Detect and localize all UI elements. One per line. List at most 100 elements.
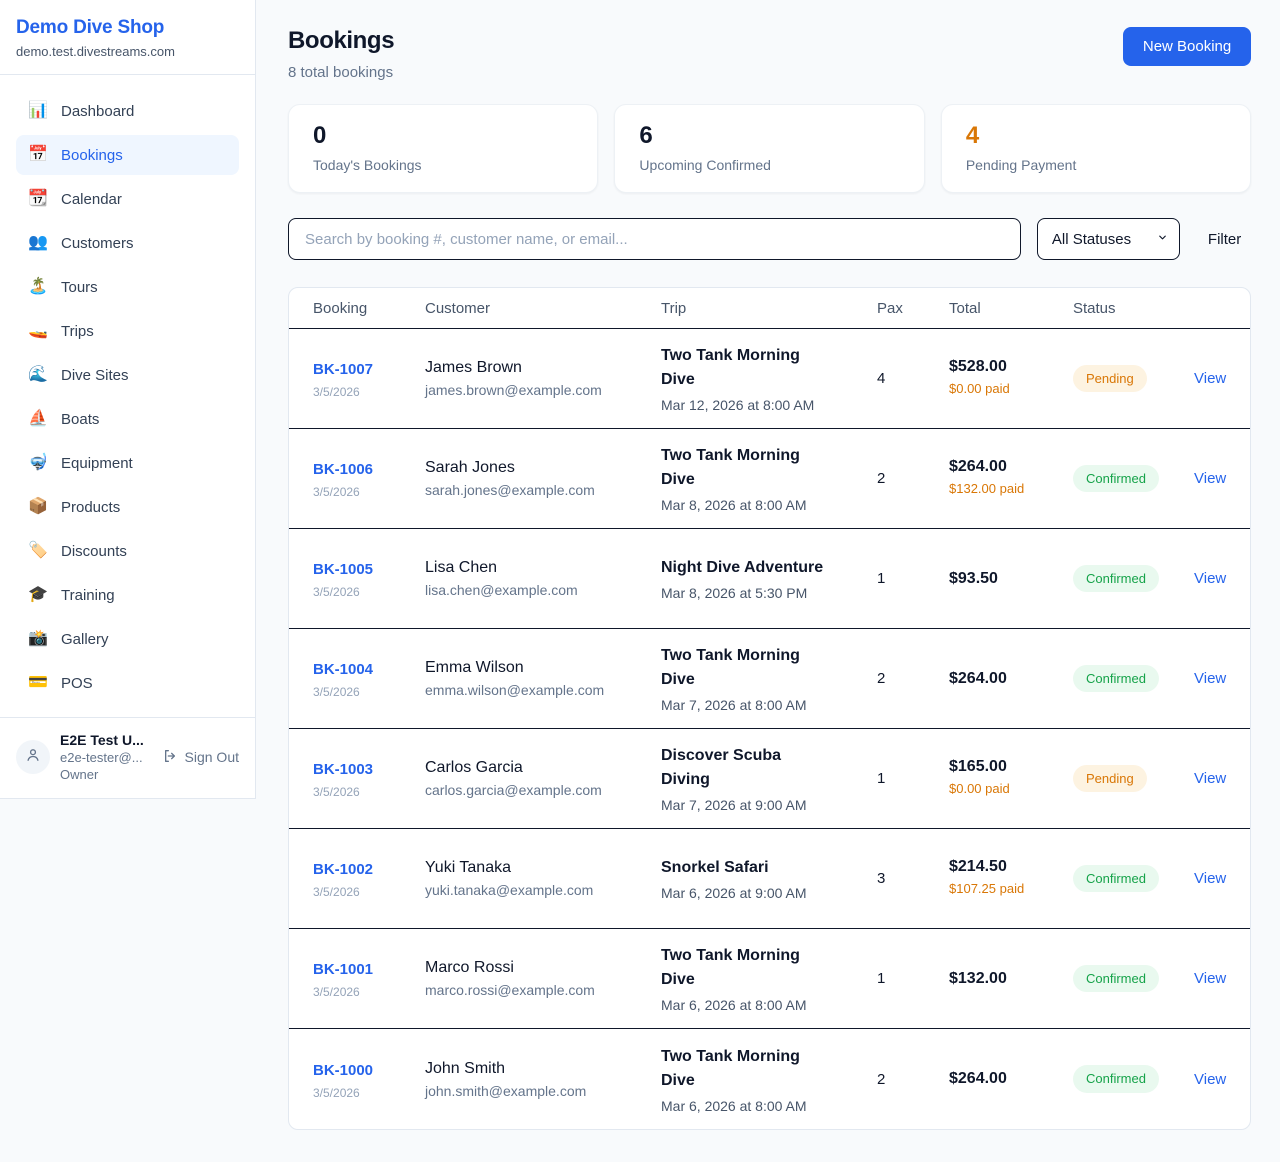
trip-datetime: Mar 8, 2026 at 8:00 AM xyxy=(661,497,877,513)
pax-count: 2 xyxy=(877,1071,949,1088)
customer-email: sarah.jones@example.com xyxy=(425,482,661,498)
customer-name: James Brown xyxy=(425,359,661,377)
status-cell: Confirmed xyxy=(1073,1065,1194,1093)
sidebar-item-dive-sites[interactable]: 🌊Dive Sites xyxy=(16,355,239,395)
sidebar-item-boats[interactable]: ⛵Boats xyxy=(16,399,239,439)
view-link[interactable]: View xyxy=(1194,670,1226,687)
booking-id-link[interactable]: BK-1001 xyxy=(313,958,373,982)
sign-out-label: Sign Out xyxy=(185,749,239,765)
search-input[interactable] xyxy=(288,218,1021,260)
trip-name: Two Tank Morning Dive xyxy=(661,444,833,492)
booking-date: 3/5/2026 xyxy=(313,1086,425,1100)
sidebar-item-dashboard[interactable]: 📊Dashboard xyxy=(16,91,239,131)
customer-cell: Sarah Jonessarah.jones@example.com xyxy=(425,459,661,498)
pax-count: 1 xyxy=(877,970,949,987)
sidebar-item-training[interactable]: 🎓Training xyxy=(16,575,239,615)
pax-count: 2 xyxy=(877,670,949,687)
booking-id-link[interactable]: BK-1003 xyxy=(313,758,373,782)
speedboat-icon: 🚤 xyxy=(28,323,48,339)
stat-label: Upcoming Confirmed xyxy=(639,157,899,173)
sidebar-item-label: Tours xyxy=(61,279,98,296)
page-header: Bookings 8 total bookings New Booking xyxy=(288,27,1251,81)
customer-name: Emma Wilson xyxy=(425,659,661,677)
pax-count: 1 xyxy=(877,770,949,787)
booking-id-link[interactable]: BK-1000 xyxy=(313,1059,373,1083)
graduation-cap-icon: 🎓 xyxy=(28,587,48,603)
package-icon: 📦 xyxy=(28,499,48,515)
status-cell: Confirmed xyxy=(1073,865,1194,893)
view-link[interactable]: View xyxy=(1194,570,1226,587)
total-amount: $264.00 xyxy=(949,670,1073,688)
booking-id-link[interactable]: BK-1002 xyxy=(313,858,373,882)
wave-icon: 🌊 xyxy=(28,367,48,383)
booking-cell: BK-1002 3/5/2026 xyxy=(313,858,425,899)
booking-cell: BK-1000 3/5/2026 xyxy=(313,1059,425,1100)
total-amount: $132.00 xyxy=(949,970,1073,988)
filter-button[interactable]: Filter xyxy=(1196,231,1251,248)
trip-datetime: Mar 6, 2026 at 9:00 AM xyxy=(661,885,877,901)
view-link[interactable]: View xyxy=(1194,470,1226,487)
booking-date: 3/5/2026 xyxy=(313,985,425,999)
total-amount: $264.00 xyxy=(949,1070,1073,1088)
bookings-table: BookingCustomerTripPaxTotalStatus BK-100… xyxy=(288,287,1251,1130)
sidebar-item-label: POS xyxy=(61,675,93,692)
view-link[interactable]: View xyxy=(1194,870,1226,887)
sidebar-item-label: Calendar xyxy=(61,191,122,208)
sidebar-item-pos[interactable]: 💳POS xyxy=(16,663,239,703)
page-header-text: Bookings 8 total bookings xyxy=(288,27,394,81)
sidebar: Demo Dive Shop demo.test.divestreams.com… xyxy=(0,0,256,799)
customer-name: Marco Rossi xyxy=(425,959,661,977)
booking-cell: BK-1001 3/5/2026 xyxy=(313,958,425,999)
booking-id-link[interactable]: BK-1004 xyxy=(313,658,373,682)
tear-off-calendar-icon: 📆 xyxy=(28,191,48,207)
booking-id-link[interactable]: BK-1006 xyxy=(313,458,373,482)
trip-name: Snorkel Safari xyxy=(661,856,833,880)
sidebar-item-gallery[interactable]: 📸Gallery xyxy=(16,619,239,659)
sidebar-item-equipment[interactable]: 🤿Equipment xyxy=(16,443,239,483)
page-title: Bookings xyxy=(288,27,394,55)
status-badge: Confirmed xyxy=(1073,665,1159,693)
column-header: Total xyxy=(949,300,1073,317)
view-link[interactable]: View xyxy=(1194,970,1226,987)
trip-name: Two Tank Morning Dive xyxy=(661,1045,833,1093)
booking-cell: BK-10063/5/2026 xyxy=(313,458,425,499)
sidebar-item-customers[interactable]: 👥Customers xyxy=(16,223,239,263)
new-booking-button[interactable]: New Booking xyxy=(1123,27,1251,66)
booking-date: 3/5/2026 xyxy=(313,585,425,599)
view-link[interactable]: View xyxy=(1194,370,1226,387)
user-name: E2E Test U... xyxy=(60,732,152,748)
booking-id-link[interactable]: BK-1007 xyxy=(313,358,373,382)
app: Demo Dive Shop demo.test.divestreams.com… xyxy=(0,0,1280,1160)
customer-email: marco.rossi@example.com xyxy=(425,982,661,998)
sidebar-item-trips[interactable]: 🚤Trips xyxy=(16,311,239,351)
booking-id-link[interactable]: BK-1005 xyxy=(313,558,373,582)
pax-count: 2 xyxy=(877,470,949,487)
booking-cell: BK-1005 3/5/2026 xyxy=(313,558,425,599)
status-select[interactable]: All Statuses xyxy=(1037,218,1180,260)
sidebar-item-label: Products xyxy=(61,499,120,516)
paid-amount: $0.00 paid xyxy=(949,780,1033,798)
island-icon: 🏝️ xyxy=(28,279,48,295)
booking-date: 3/5/2026 xyxy=(313,785,425,799)
view-link[interactable]: View xyxy=(1194,770,1226,787)
status-badge: Confirmed xyxy=(1073,1065,1159,1093)
sign-out-button[interactable]: Sign Out xyxy=(162,748,239,767)
table-row: BK-1001 3/5/2026Marco Rossi marco.rossi@ex… xyxy=(289,929,1250,1029)
paid-amount: $0.00 paid xyxy=(949,380,1033,398)
sidebar-item-discounts[interactable]: 🏷️Discounts xyxy=(16,531,239,571)
sidebar-item-products[interactable]: 📦 Products xyxy=(16,487,239,527)
sidebar-item-bookings[interactable]: 📅Bookings xyxy=(16,135,239,175)
trip-datetime: Mar 12, 2026 at 8:00 AM xyxy=(661,397,877,413)
view-link[interactable]: View xyxy=(1194,1071,1226,1088)
table-header-row: BookingCustomerTripPaxTotalStatus xyxy=(289,288,1250,329)
sidebar-item-calendar[interactable]: 📆 Calendar xyxy=(16,179,239,219)
customer-email: john.smith@example.com xyxy=(425,1083,661,1099)
brand-name: Demo Dive Shop xyxy=(16,17,239,39)
trip-name: Night Dive Adventure xyxy=(661,556,833,580)
pax-count: 4 xyxy=(877,370,949,387)
trip-cell: Two Tank Morning DiveMar 6, 2026 at 8:00… xyxy=(661,944,877,1013)
sidebar-item-tours[interactable]: 🏝️ Tours xyxy=(16,267,239,307)
sidebar-nav: 📊Dashboard📅Bookings📆Calendar👥Customers🏝️… xyxy=(0,75,255,717)
user-meta: E2E Test U... e2e-tester@... Owner xyxy=(60,732,152,782)
booking-date: 3/5/2026 xyxy=(313,885,425,899)
